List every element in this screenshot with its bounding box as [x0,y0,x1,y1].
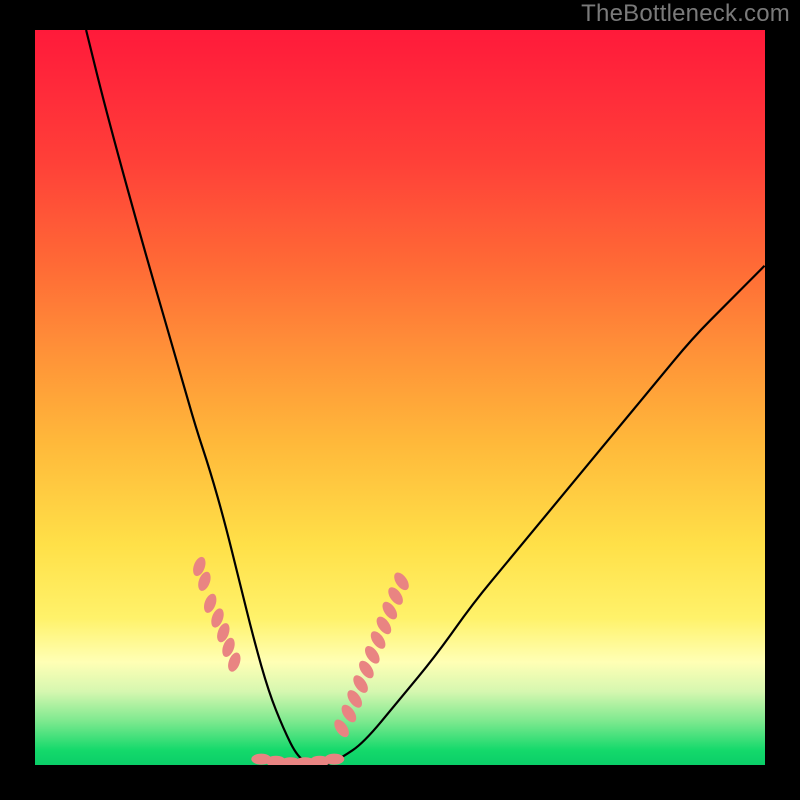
hardware-marker [324,754,344,765]
right-hardware-points [331,570,411,740]
watermark-text: TheBottleneck.com [581,0,790,28]
bottleneck-curve [86,30,765,765]
chart-frame: TheBottleneck.com [0,0,800,800]
left-hardware-points [191,555,243,673]
plot-area [35,30,765,765]
curve-svg [35,30,765,765]
